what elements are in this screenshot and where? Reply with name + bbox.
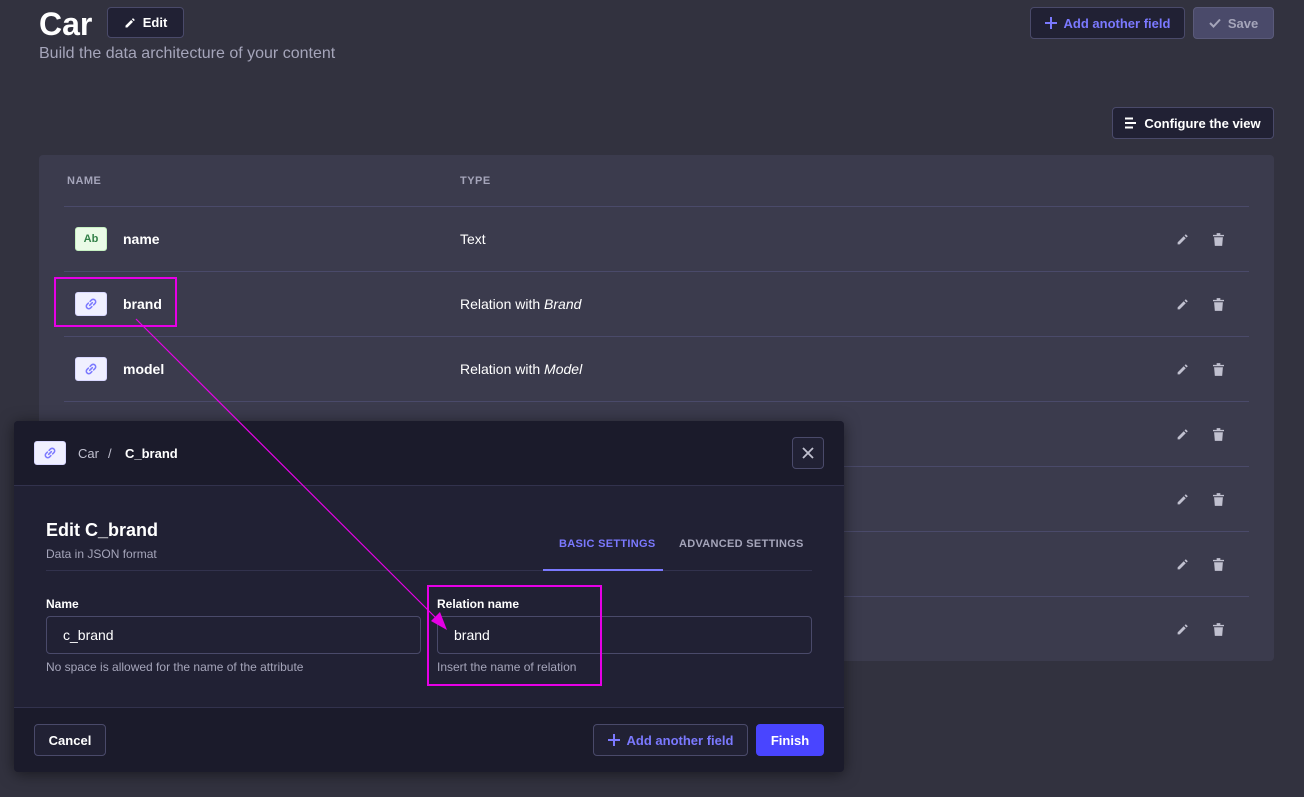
annotation-arrow — [135, 318, 447, 630]
